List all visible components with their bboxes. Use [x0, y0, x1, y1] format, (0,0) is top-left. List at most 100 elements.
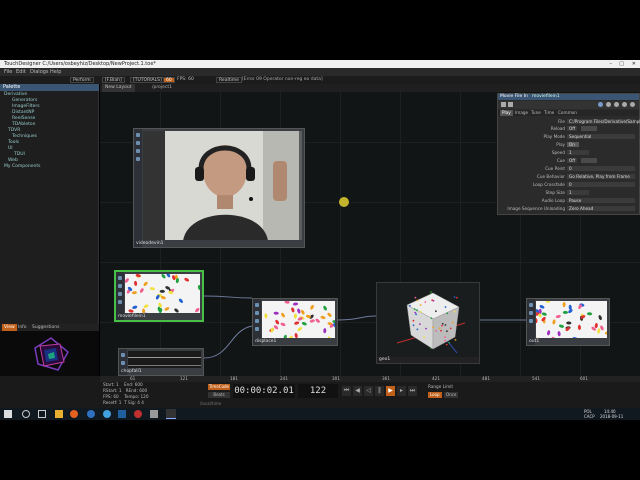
pin-icon[interactable]	[614, 102, 619, 107]
param-row: Step Size 1	[498, 190, 640, 196]
tab-suggestions[interactable]: Suggestions	[32, 324, 60, 331]
search-icon[interactable]	[22, 410, 30, 418]
timecode-display[interactable]: 00:00:02.01	[233, 384, 295, 398]
range-limit-label: Range Limit	[428, 384, 453, 389]
toolbar: Perform [F.Blah] [TUTORIALS] 60 FPS: 60 …	[0, 76, 640, 84]
viewer-panel: View Info Suggestions	[0, 324, 99, 376]
param-toolbar	[498, 101, 639, 109]
close-button[interactable]: ✕	[632, 60, 636, 68]
tutorials-button[interactable]: [TUTORIALS]	[130, 77, 165, 83]
webcam-preview	[143, 131, 302, 240]
gear-icon[interactable]	[606, 102, 611, 107]
palette-item-my-components[interactable]: My Components	[4, 164, 40, 170]
view-icon[interactable]	[622, 102, 627, 107]
tab-play[interactable]: Play	[500, 110, 513, 116]
info-icon[interactable]	[598, 102, 603, 107]
param-row: Speed 1	[498, 150, 640, 156]
app-icon[interactable]	[118, 410, 126, 418]
geo-node[interactable]: geo1	[376, 282, 480, 364]
tab-image[interactable]: Image	[515, 110, 528, 116]
tab-view[interactable]: View	[2, 324, 17, 331]
fps-badge: 60	[163, 77, 175, 83]
app-icon[interactable]	[134, 410, 142, 418]
realtime-toggle[interactable]: Realtime	[216, 77, 242, 83]
step-back-icon[interactable]: ◀	[353, 386, 362, 396]
videodevin-node[interactable]: videodevin1	[133, 128, 305, 248]
mouse-cursor-highlight	[339, 197, 349, 207]
jellybean-pattern	[125, 274, 200, 313]
help-icon[interactable]	[501, 102, 506, 107]
node-label: displace1	[255, 339, 277, 344]
breadcrumb-path[interactable]: /project1	[152, 84, 172, 92]
parameter-dialog: Movie File In moviefilein1 Play Image Tu…	[497, 93, 640, 215]
clock-date: 2018-09-11	[600, 414, 624, 419]
fast-forward-icon[interactable]: ⏭	[408, 386, 417, 396]
windows-start-icon[interactable]	[4, 410, 12, 418]
maximize-button[interactable]: □	[619, 60, 624, 68]
moviefilein-node[interactable]: moviefilein1	[114, 270, 204, 322]
timeline-panel: 61 121 181 241 301 361 421 481 541 601 S…	[0, 376, 640, 408]
top-letterbox	[0, 0, 640, 60]
pause-icon[interactable]: ‖	[375, 386, 384, 396]
fps-readout: FPS: 60	[177, 77, 194, 82]
script-icon[interactable]	[508, 102, 513, 107]
beats-mode[interactable]: Beats	[208, 392, 230, 398]
palette-panel: Palette Derivative Generators ImageFilte…	[0, 84, 99, 324]
param-row: Cue Off	[498, 158, 640, 164]
locale-indicator: CACP	[584, 414, 595, 419]
windows-taskbar: POL CACP 14:40 2018-09-11	[0, 408, 640, 420]
blah-button[interactable]: [F.Blah]	[102, 77, 125, 83]
tab-info[interactable]: Info	[18, 324, 27, 331]
menu-dialogs[interactable]: Dialogs	[30, 68, 49, 76]
out-node[interactable]: out1	[526, 298, 610, 346]
loop-toggle[interactable]: Loop	[428, 392, 442, 398]
menu-bar: File Edit Dialogs Help	[0, 68, 640, 76]
param-row: Play On	[498, 142, 640, 148]
tab-time[interactable]: Time	[544, 110, 554, 116]
time-info: Start: 1 End: 600 RStart: 1 REnd: 600 FP…	[103, 382, 149, 405]
timecode-mode[interactable]: TimeCode	[208, 384, 230, 390]
time-path: /local/time	[200, 401, 222, 406]
param-row: Play Mode Sequential	[498, 134, 640, 140]
transport-controls: ⏮ ◀ ◁ ‖ ▶ ▸ ⏭	[342, 386, 422, 396]
perform-button[interactable]: Perform	[70, 77, 94, 83]
once-toggle[interactable]: Once	[444, 392, 459, 398]
firefox-icon[interactable]	[70, 410, 78, 418]
param-row: Cue Behavior Go Relative, Play from Frame	[498, 174, 640, 180]
step-forward-icon[interactable]: ▸	[397, 386, 406, 396]
frame-display[interactable]: 122	[298, 384, 338, 398]
displace-node[interactable]: displace1	[252, 298, 338, 346]
explorer-icon[interactable]	[55, 410, 63, 418]
node-label: videodevin1	[136, 241, 164, 246]
param-row: Loop Crossfade 0	[498, 182, 640, 188]
touchdesigner-icon[interactable]	[166, 409, 176, 419]
param-row: Reload Off	[498, 126, 640, 132]
param-op-name[interactable]: moviefilein1	[532, 94, 560, 100]
menu-help[interactable]: Help	[50, 68, 61, 76]
skype-icon[interactable]	[103, 410, 111, 418]
tab-common[interactable]: Common	[558, 110, 577, 116]
minimize-button[interactable]: –	[610, 60, 613, 68]
viewer-tabs: View Info Suggestions	[0, 324, 99, 331]
play-reverse-icon[interactable]: ◁	[364, 386, 373, 396]
menu-icon[interactable]	[630, 102, 635, 107]
menu-edit[interactable]: Edit	[16, 68, 26, 76]
app-icon[interactable]	[87, 410, 95, 418]
node-label: chopfall1	[121, 369, 142, 374]
task-view-icon[interactable]	[38, 410, 46, 418]
cube-render	[396, 291, 466, 354]
layout-tab[interactable]: New Layout	[102, 84, 135, 92]
app-icon[interactable]	[150, 410, 158, 418]
window-title: TouchDesigner C:/Users/osbeyhiz/Desktop/…	[4, 61, 156, 67]
param-row: Image Sequence Unloading Zero Ahead	[498, 206, 640, 212]
tab-tune[interactable]: Tune	[531, 110, 541, 116]
rewind-icon[interactable]: ⏮	[342, 386, 351, 396]
jellybean-pattern	[536, 301, 607, 338]
pulse-button[interactable]	[581, 126, 597, 131]
param-row: Cue Point 0	[498, 166, 640, 172]
chop-node[interactable]: chopfall1	[118, 348, 204, 376]
window-titlebar: TouchDesigner C:/Users/osbeyhiz/Desktop/…	[0, 60, 640, 68]
pulse-button[interactable]	[581, 158, 597, 163]
play-icon[interactable]: ▶	[386, 386, 395, 396]
menu-file[interactable]: File	[4, 68, 12, 76]
